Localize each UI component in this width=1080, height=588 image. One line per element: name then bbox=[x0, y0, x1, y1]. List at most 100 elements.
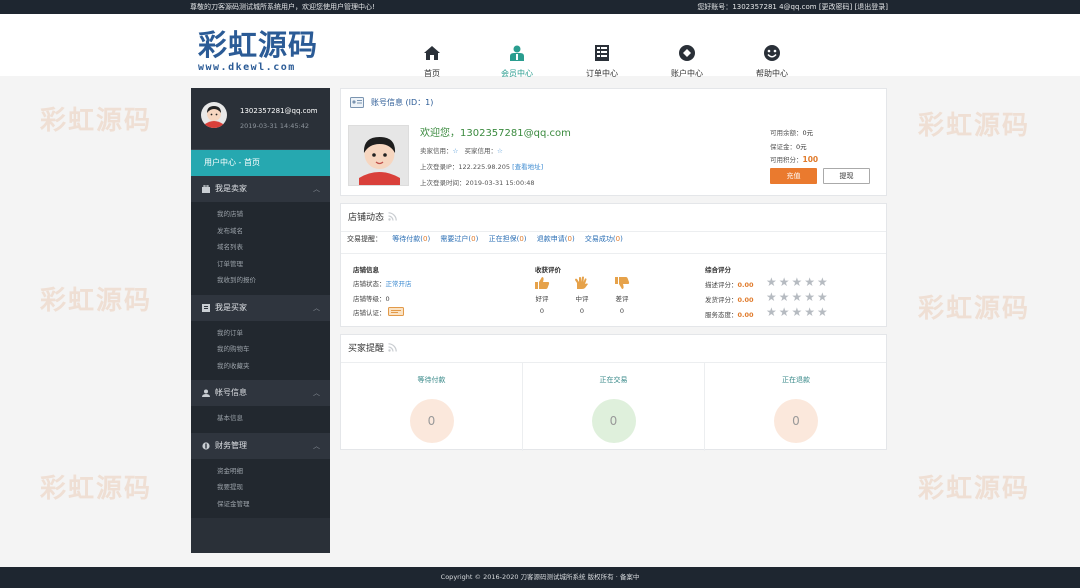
buyer-cell-in-transaction[interactable]: 正在交易 0 bbox=[523, 363, 705, 451]
score-row-service: 服务态度：0.00 bbox=[705, 309, 754, 319]
nav-member-center[interactable]: 会员中心 bbox=[487, 28, 547, 88]
count-circle: 0 bbox=[409, 399, 454, 443]
sidebar-item-basic-info[interactable]: 基本信息 bbox=[217, 410, 330, 427]
store-info-title: 店铺信息 bbox=[353, 266, 379, 274]
nav-account-center[interactable]: 账户中心 bbox=[657, 28, 717, 88]
store-status-row: 店铺状态：正常开店 bbox=[353, 278, 412, 288]
home-icon bbox=[424, 46, 440, 60]
divider bbox=[341, 253, 886, 254]
sidebar-item-received-offers[interactable]: 我收到的报价 bbox=[217, 272, 330, 289]
top-bar: 尊敬的刀客源码测试城所系统用户，欢迎您使用户管理中心! 您好账号：1302357… bbox=[0, 0, 1080, 14]
sidebar-section-buyer[interactable]: 我是买家 ︿ bbox=[191, 294, 330, 321]
hand-icon bbox=[575, 276, 588, 289]
trade-item-label: 等待付款 bbox=[392, 235, 421, 243]
sidebar-item-home[interactable]: 用户中心 - 首页 bbox=[191, 150, 330, 176]
deposit-value: 0元 bbox=[796, 143, 807, 151]
seller-credit-label: 卖家信用： bbox=[420, 147, 453, 155]
user-icon bbox=[202, 389, 210, 397]
rss-icon bbox=[388, 343, 397, 352]
order-icon bbox=[595, 45, 609, 61]
nav-account-label: 账户中心 bbox=[671, 69, 703, 78]
sidebar-item-my-store[interactable]: 我的店铺 bbox=[217, 206, 330, 223]
member-icon bbox=[510, 45, 524, 61]
withdraw-button[interactable]: 提现 bbox=[823, 168, 870, 184]
recharge-button[interactable]: 充值 bbox=[770, 168, 817, 184]
store-dynamics-title: 店铺动态 bbox=[348, 213, 385, 223]
trade-item-pending-payment[interactable]: 等待付款(0) bbox=[392, 235, 430, 243]
store-dynamics-header: 店铺动态 bbox=[341, 204, 886, 232]
review-label: 好评 bbox=[535, 295, 549, 303]
avatar[interactable] bbox=[201, 102, 227, 128]
sidebar-item-deposit-management[interactable]: 保证金管理 bbox=[217, 496, 330, 513]
sidebar-item-cart[interactable]: 我的购物车 bbox=[217, 341, 330, 358]
sidebar-item-fund-details[interactable]: 资金明细 bbox=[217, 463, 330, 480]
buyer-cell-refunding[interactable]: 正在退款 0 bbox=[705, 363, 887, 451]
points-value: 100 bbox=[802, 155, 819, 164]
logout-link[interactable]: [退出登录] bbox=[855, 3, 888, 11]
logo-text: 彩虹源码 bbox=[198, 28, 319, 62]
sidebar-item-favorites[interactable]: 我的收藏夹 bbox=[217, 358, 330, 375]
review-bad[interactable]: 差评 0 bbox=[607, 276, 637, 315]
sidebar-item-my-orders[interactable]: 我的订单 bbox=[217, 325, 330, 342]
nav-home[interactable]: 首页 bbox=[402, 28, 462, 88]
account-title-text: 账号信息 bbox=[371, 98, 403, 107]
store-status-value: 正常开店 bbox=[385, 280, 412, 288]
sidebar-item-publish-domain[interactable]: 发布域名 bbox=[217, 223, 330, 240]
review-good[interactable]: 好评 0 bbox=[527, 276, 557, 315]
last-ip-value: 122.225.98.205 bbox=[458, 163, 511, 171]
sidebar-section-finance[interactable]: 财务管理 ︿ bbox=[191, 432, 330, 459]
review-neutral[interactable]: 中评 0 bbox=[567, 276, 597, 315]
trade-item-in-escrow[interactable]: 正在担保(0) bbox=[489, 235, 527, 243]
trade-item-needs-transfer[interactable]: 需要过户(0) bbox=[440, 235, 478, 243]
score-label: 服务态度： bbox=[705, 311, 738, 319]
watermark: 彩虹源码 bbox=[40, 286, 153, 316]
last-time-row: 上次登录时间：2019-03-31 15:00:48 bbox=[420, 177, 535, 187]
deposit-row: 保证金：0元 bbox=[770, 141, 807, 151]
section-title: 我是卖家 bbox=[215, 184, 247, 193]
watermark: 彩虹源码 bbox=[918, 294, 1031, 324]
trade-reminder-row: 交易提醒： 等待付款(0) 需要过户(0) 正在担保(0) 退款申请(0) 交易… bbox=[347, 234, 623, 244]
id-card-icon bbox=[350, 97, 364, 108]
credit-row: 卖家信用：☆ 买家信用：☆ bbox=[420, 145, 503, 155]
score-label: 描述评分： bbox=[705, 281, 738, 289]
trade-item-label: 需要过户 bbox=[440, 235, 469, 243]
chevron-up-icon: ︿ bbox=[313, 441, 320, 450]
sidebar-item-order-management[interactable]: 订单管理 bbox=[217, 256, 330, 273]
trade-item-refund-request[interactable]: 退款申请(0) bbox=[537, 235, 575, 243]
sidebar: 1302357281@qq.com 2019-03-31 14:45:42 用户… bbox=[191, 88, 330, 553]
sidebar-section-account[interactable]: 帐号信息 ︿ bbox=[191, 380, 330, 406]
sidebar-submenu-account: 基本信息 bbox=[191, 406, 330, 433]
sidebar-section-seller[interactable]: 我是卖家 ︿ bbox=[191, 176, 330, 202]
nav-order-label: 订单中心 bbox=[586, 69, 618, 78]
star-icon: ☆ bbox=[497, 147, 503, 155]
buyer-cell-label: 正在交易 bbox=[599, 376, 628, 384]
points-label: 可用积分： bbox=[770, 156, 803, 164]
count-circle: 0 bbox=[774, 399, 818, 443]
avatar-image bbox=[349, 126, 408, 185]
sidebar-item-withdraw[interactable]: 我要提现 bbox=[217, 479, 330, 496]
logo-url: www.dkewl.com bbox=[198, 62, 296, 73]
score-value: 0.00 bbox=[737, 311, 754, 319]
view-address-link[interactable]: [查看地址] bbox=[512, 163, 543, 171]
change-password-link[interactable]: [更改密码] bbox=[819, 3, 852, 11]
star-icon: ☆ bbox=[452, 147, 459, 155]
seller-icon bbox=[202, 185, 210, 193]
buyer-reminder-header: 买家提醒 bbox=[341, 335, 886, 363]
balance-row: 可用余额：0元 bbox=[770, 127, 813, 137]
nav-order-center[interactable]: 订单中心 bbox=[572, 28, 632, 88]
site-logo[interactable]: 彩虹源码 www.dkewl.com bbox=[198, 28, 328, 78]
nav-help-center[interactable]: 帮助中心 bbox=[742, 28, 802, 88]
account-prefix: 您好账号： bbox=[697, 3, 733, 11]
received-reviews-title: 收获评价 bbox=[535, 266, 561, 274]
user-avatar[interactable] bbox=[348, 125, 409, 186]
trade-item-count: 0 bbox=[567, 235, 572, 243]
thumbs-up-icon bbox=[535, 277, 550, 289]
sidebar-item-domain-list[interactable]: 域名列表 bbox=[217, 239, 330, 256]
star-rating-icon: ★★★★★ bbox=[766, 290, 830, 304]
account-info-header: 账号信息 (ID：1) bbox=[341, 89, 886, 117]
account-icon bbox=[679, 45, 695, 61]
review-count: 0 bbox=[539, 307, 545, 315]
buyer-cell-pending-payment[interactable]: 等待付款 0 bbox=[341, 363, 523, 451]
star-rating-icon: ★★★★★ bbox=[766, 305, 830, 319]
trade-item-success[interactable]: 交易成功(0) bbox=[585, 235, 623, 243]
